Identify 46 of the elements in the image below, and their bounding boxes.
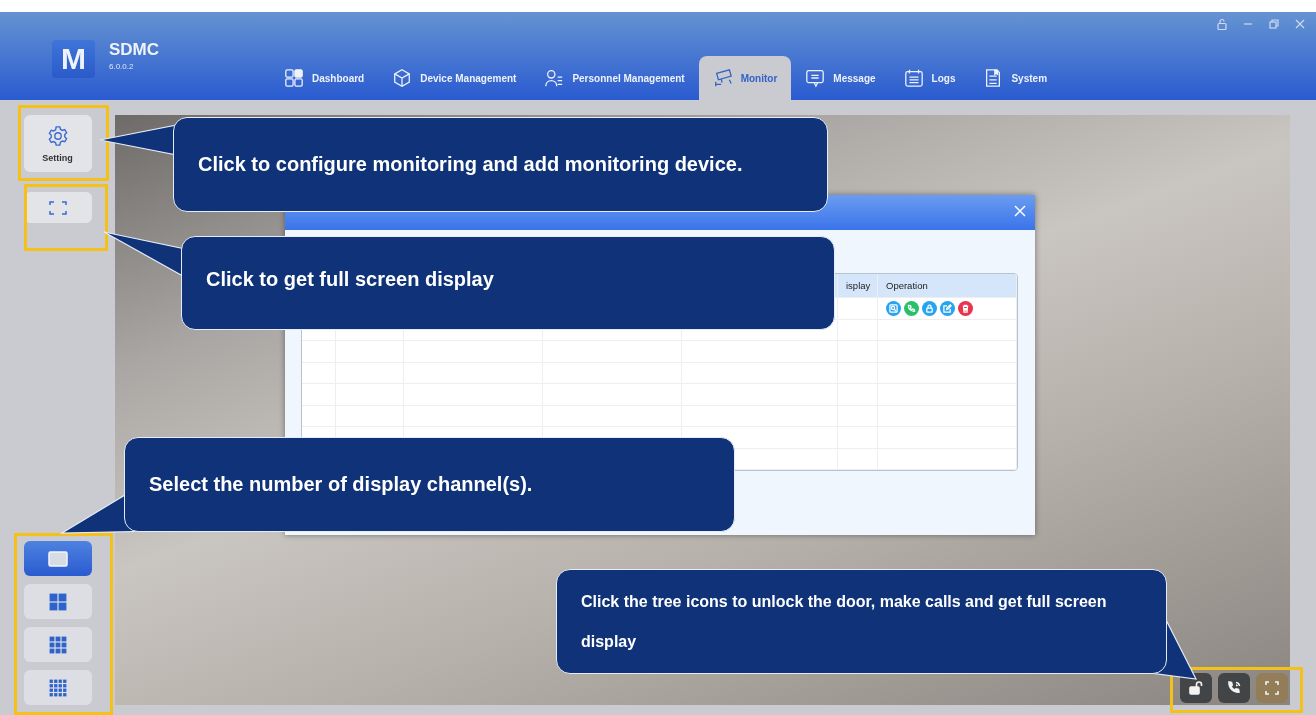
callout-text: Click to get full screen display	[206, 267, 494, 291]
chat-icon	[805, 68, 826, 88]
column-header: Operation	[886, 280, 928, 291]
close-icon[interactable]	[1294, 18, 1306, 30]
grid-view-icon	[48, 635, 67, 654]
settings-icon	[46, 124, 69, 147]
callout-text: Click to configure monitoring and add monitoring device.	[198, 153, 743, 176]
grid-view-icon	[48, 678, 67, 697]
nav-tab[interactable]: Message	[791, 56, 890, 100]
restore-icon[interactable]	[1268, 18, 1280, 30]
lock-icon[interactable]	[1216, 18, 1228, 30]
calendar-icon	[903, 68, 924, 88]
app-name: SDMC	[109, 40, 160, 60]
nav-tab[interactable]: Monitor	[698, 56, 792, 100]
lock-icon[interactable]	[922, 300, 937, 316]
nav-tab[interactable]: Logs	[889, 56, 970, 100]
grid-view-icon	[48, 592, 67, 611]
person-list-icon	[544, 68, 565, 88]
cube-icon	[392, 68, 413, 88]
call-button[interactable]	[1218, 673, 1250, 703]
callout-text: Select the number of display channel(s).	[149, 473, 533, 496]
nav-tab[interactable]: Dashboard	[270, 56, 379, 100]
setting-button[interactable]: Setting	[23, 115, 92, 172]
fullscreen-button[interactable]	[1256, 673, 1288, 703]
layout-button[interactable]	[23, 670, 92, 705]
app-version: 6.0.0.2	[109, 62, 135, 71]
layout-button[interactable]	[23, 627, 92, 662]
nav-tab[interactable]: System	[969, 56, 1062, 100]
fullscreen-icon	[1264, 680, 1280, 696]
grid-icon	[284, 68, 304, 88]
fullscreen-icon	[47, 199, 68, 216]
unlock-icon	[1188, 680, 1204, 696]
app-logo: M	[52, 40, 95, 78]
column-header: isplay	[846, 280, 871, 291]
single-view-icon	[47, 550, 68, 567]
phone-icon	[1226, 680, 1242, 696]
layout-button[interactable]	[23, 584, 92, 619]
preview-icon[interactable]	[886, 300, 901, 316]
nav-tab[interactable]: Personnel Management	[530, 56, 699, 100]
camera-icon	[712, 68, 733, 88]
nav-tab[interactable]: Device Management	[378, 56, 531, 100]
callout-text: Click the tree icons to unlock the door, make calls and get full screen display	[581, 591, 1108, 652]
trash-icon[interactable]	[958, 300, 973, 316]
phone-icon[interactable]	[904, 300, 919, 316]
edit-icon[interactable]	[940, 300, 955, 316]
layout-button[interactable]	[23, 541, 92, 576]
